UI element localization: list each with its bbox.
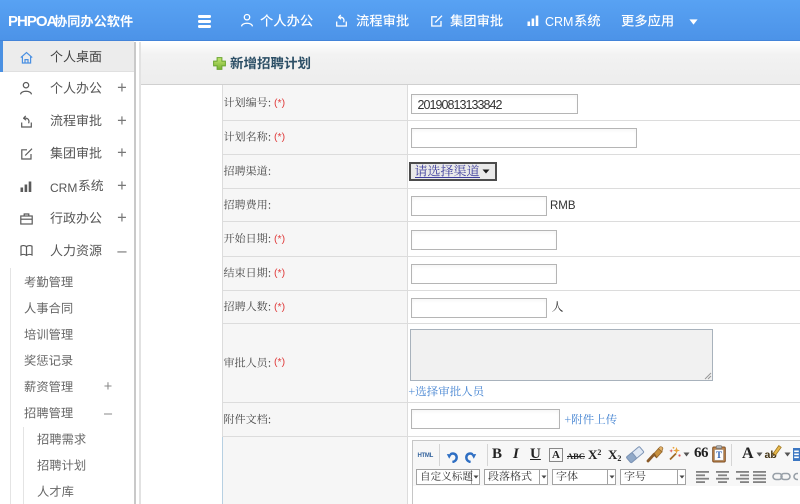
svg-text:T: T — [716, 450, 722, 460]
